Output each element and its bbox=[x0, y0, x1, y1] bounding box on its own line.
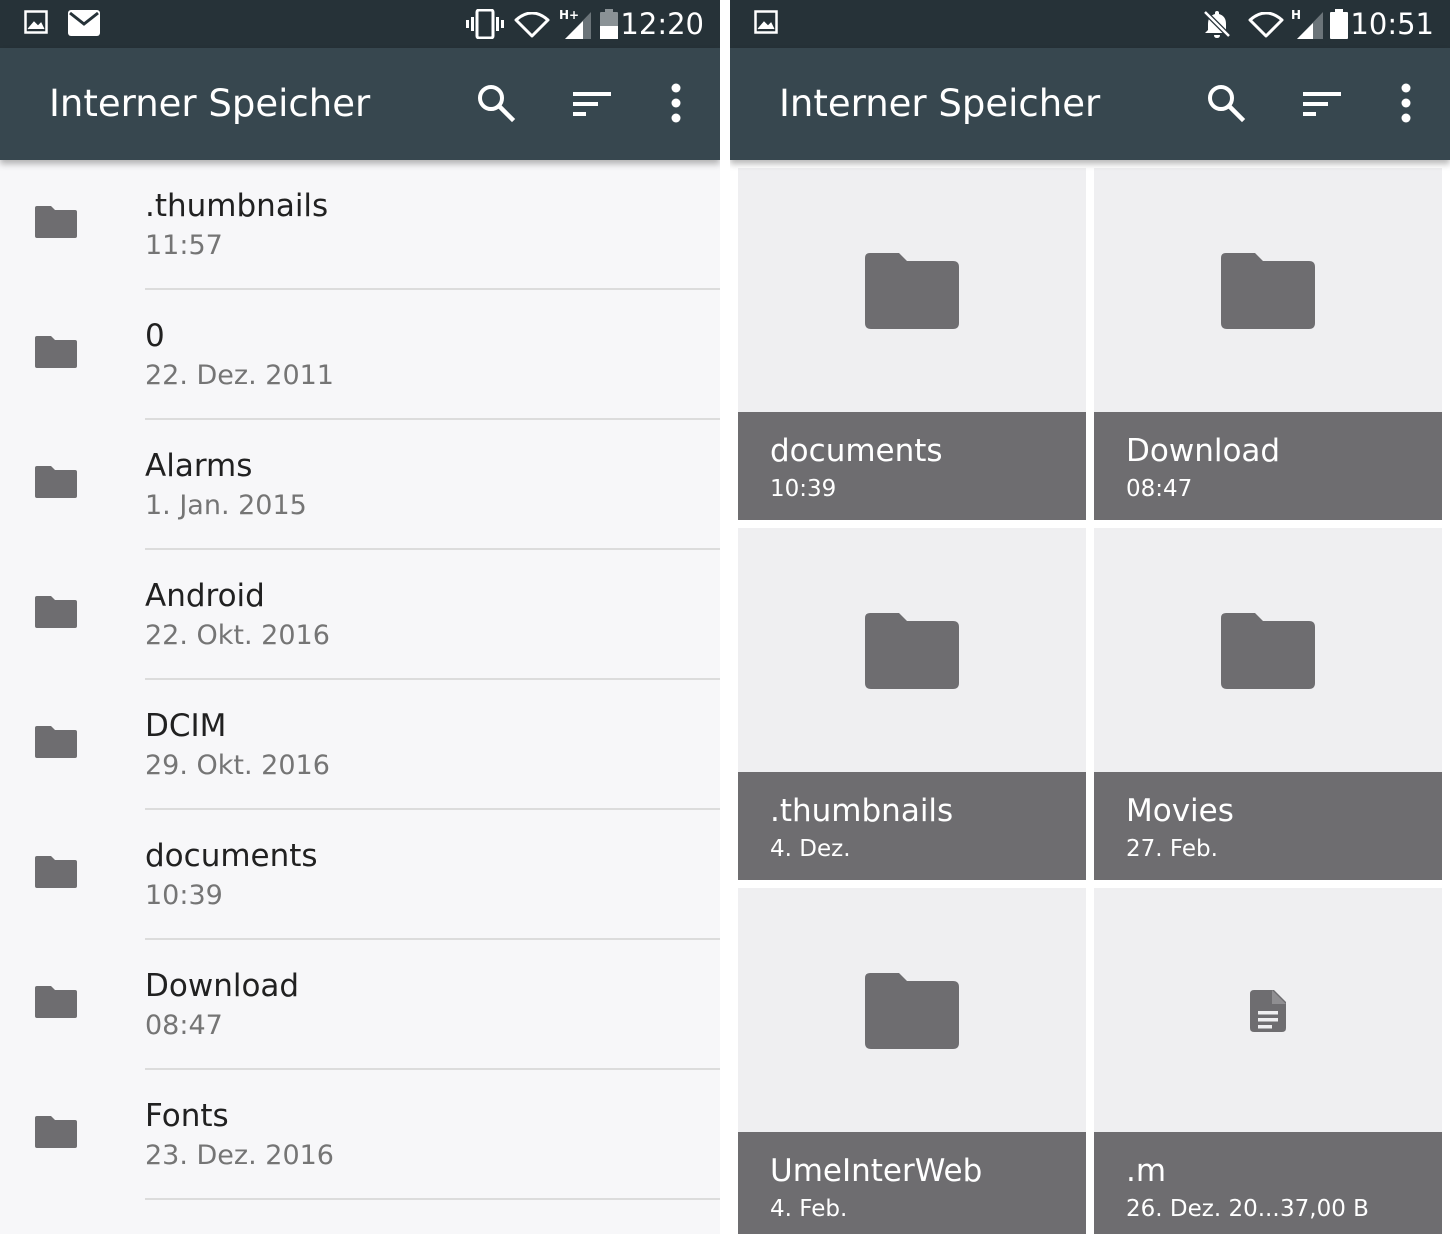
list-item[interactable]: documents 10:39 bbox=[0, 810, 720, 940]
wifi-icon bbox=[1248, 12, 1284, 40]
list-item[interactable]: .thumbnails 11:57 bbox=[0, 160, 720, 290]
folder-icon bbox=[35, 206, 79, 240]
status-time: 10:51 bbox=[1350, 7, 1434, 41]
tile-name: Movies bbox=[1126, 793, 1234, 829]
list-view-screen: H+ 12:20 Interner Speicher .thumbnails 1… bbox=[0, 0, 720, 1234]
folder-icon bbox=[35, 336, 79, 370]
item-name: documents bbox=[145, 838, 318, 874]
image-notification-icon bbox=[24, 10, 48, 38]
grid-tile[interactable]: Download 08:47 bbox=[1094, 168, 1442, 520]
more-vert-icon[interactable] bbox=[654, 82, 698, 126]
file-list: .thumbnails 11:57 0 22. Dez. 2011 Alarms… bbox=[0, 160, 720, 1234]
folder-icon bbox=[865, 973, 959, 1053]
list-item[interactable]: Android 22. Okt. 2016 bbox=[0, 550, 720, 680]
divider bbox=[145, 1198, 720, 1200]
item-date: 23. Dez. 2016 bbox=[145, 1140, 334, 1171]
battery-icon bbox=[1330, 9, 1348, 39]
status-time: 12:20 bbox=[620, 7, 704, 41]
item-name: .thumbnails bbox=[145, 188, 329, 224]
item-date: 22. Dez. 2011 bbox=[145, 360, 334, 391]
grid-tile[interactable]: UmeInterWeb 4. Feb. bbox=[738, 888, 1086, 1234]
status-bar: H+ 12:20 bbox=[0, 0, 720, 48]
search-icon[interactable] bbox=[474, 82, 518, 126]
folder-icon bbox=[35, 1116, 79, 1150]
tile-caption: UmeInterWeb 4. Feb. bbox=[738, 1132, 1086, 1234]
folder-icon bbox=[35, 466, 79, 500]
mail-notification-icon bbox=[68, 10, 100, 38]
wifi-icon bbox=[514, 12, 550, 40]
folder-icon bbox=[865, 613, 959, 693]
more-vert-icon[interactable] bbox=[1384, 82, 1428, 126]
item-date: 1. Jan. 2015 bbox=[145, 490, 307, 521]
tile-date: 4. Feb. bbox=[770, 1196, 848, 1222]
item-date: 10:39 bbox=[145, 880, 223, 911]
tile-name: Download bbox=[1126, 433, 1281, 469]
tile-date: 10:39 bbox=[770, 476, 837, 502]
folder-icon bbox=[35, 986, 79, 1020]
bell-off-icon bbox=[1202, 9, 1232, 38]
tile-name: documents bbox=[770, 433, 943, 469]
grid-tile[interactable]: Movies 27. Feb. bbox=[1094, 528, 1442, 880]
grid-view-screen: H 10:51 Interner Speicher documents 10:3… bbox=[730, 0, 1450, 1234]
list-item[interactable]: Alarms 1. Jan. 2015 bbox=[0, 420, 720, 550]
app-bar: Interner Speicher bbox=[0, 48, 720, 160]
item-name: 0 bbox=[145, 318, 165, 354]
status-bar: H 10:51 bbox=[730, 0, 1450, 48]
signal-hplus-icon: H+ bbox=[559, 8, 593, 39]
list-item[interactable]: Download 08:47 bbox=[0, 940, 720, 1070]
folder-icon bbox=[35, 726, 79, 760]
grid-tile[interactable]: documents 10:39 bbox=[738, 168, 1086, 520]
item-name: DCIM bbox=[145, 708, 227, 744]
tile-caption: .m 26. Dez. 20... 37,00 B bbox=[1094, 1132, 1442, 1234]
tile-name: .m bbox=[1126, 1153, 1167, 1189]
folder-icon bbox=[1221, 253, 1315, 333]
app-bar: Interner Speicher bbox=[730, 48, 1450, 160]
sort-icon[interactable] bbox=[571, 82, 615, 126]
list-item[interactable]: DCIM 29. Okt. 2016 bbox=[0, 680, 720, 810]
item-name: Android bbox=[145, 578, 265, 614]
item-date: 08:47 bbox=[145, 1010, 223, 1041]
folder-icon bbox=[1221, 613, 1315, 693]
page-title: Interner Speicher bbox=[779, 82, 1101, 125]
vibrate-icon bbox=[466, 9, 504, 39]
item-date: 11:57 bbox=[145, 230, 223, 261]
grid-tile[interactable]: .m 26. Dez. 20... 37,00 B bbox=[1094, 888, 1442, 1234]
signal-h-icon: H bbox=[1291, 8, 1325, 39]
item-name: Fonts bbox=[145, 1098, 229, 1134]
tile-date: 26. Dez. 20... bbox=[1126, 1196, 1280, 1222]
list-item[interactable]: Fonts 23. Dez. 2016 bbox=[0, 1070, 720, 1200]
svg-text:H: H bbox=[1291, 8, 1301, 22]
sort-icon[interactable] bbox=[1301, 82, 1345, 126]
svg-text:H+: H+ bbox=[559, 8, 579, 22]
item-name: Alarms bbox=[145, 448, 253, 484]
battery-icon bbox=[600, 9, 618, 39]
tile-date: 4. Dez. bbox=[770, 836, 851, 862]
tile-size: 37,00 B bbox=[1280, 1196, 1369, 1222]
file-grid: documents 10:39 Download 08:47 .thumbnai… bbox=[730, 160, 1450, 1234]
folder-icon bbox=[865, 253, 959, 333]
item-date: 22. Okt. 2016 bbox=[145, 620, 330, 651]
tile-date: 08:47 bbox=[1126, 476, 1193, 502]
image-notification-icon bbox=[754, 10, 778, 38]
item-name: Download bbox=[145, 968, 300, 1004]
tile-caption: .thumbnails 4. Dez. bbox=[738, 772, 1086, 880]
folder-icon bbox=[35, 596, 79, 630]
grid-tile[interactable]: .thumbnails 4. Dez. bbox=[738, 528, 1086, 880]
tile-caption: documents 10:39 bbox=[738, 412, 1086, 520]
search-icon[interactable] bbox=[1204, 82, 1248, 126]
item-date: 29. Okt. 2016 bbox=[145, 750, 330, 781]
folder-icon bbox=[35, 856, 79, 890]
tile-date: 27. Feb. bbox=[1126, 836, 1218, 862]
tile-caption: Movies 27. Feb. bbox=[1094, 772, 1442, 880]
tile-name: .thumbnails bbox=[770, 793, 954, 829]
tile-caption: Download 08:47 bbox=[1094, 412, 1442, 520]
page-title: Interner Speicher bbox=[49, 82, 371, 125]
tile-name: UmeInterWeb bbox=[770, 1153, 983, 1189]
list-item[interactable]: 0 22. Dez. 2011 bbox=[0, 290, 720, 420]
document-icon bbox=[1250, 990, 1286, 1036]
